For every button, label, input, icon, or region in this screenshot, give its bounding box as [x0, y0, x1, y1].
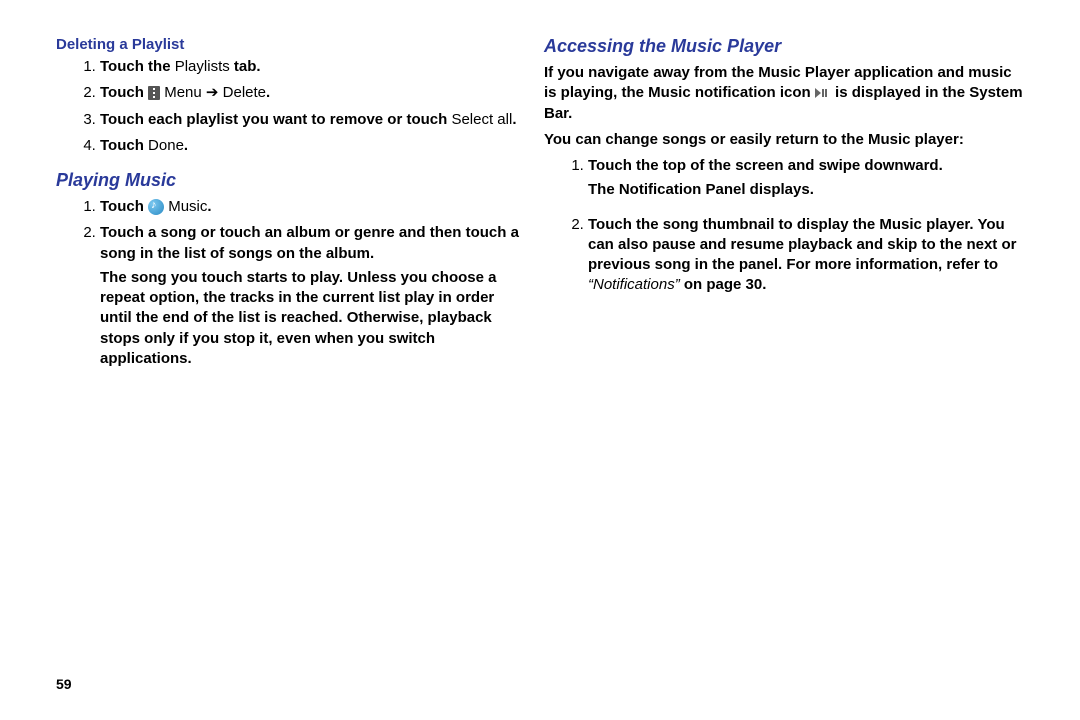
step-text: Touch	[100, 137, 148, 154]
access-para-2: You can change songs or easily return to…	[544, 130, 1024, 150]
music-icon	[148, 199, 164, 215]
access-para-1: If you navigate away from the Music Play…	[544, 63, 1024, 124]
page-number: 59	[56, 676, 72, 692]
heading-playing-music: Playing Music	[56, 170, 520, 191]
playing-steps: Touch Music. Touch a song or touch an al…	[56, 197, 520, 369]
menu-label: Menu	[164, 84, 202, 101]
step-text: you want to remove or touch	[242, 111, 451, 128]
step-text: Touch a song or touch an album or genre …	[100, 224, 519, 261]
del-step-4: Touch Done.	[100, 136, 520, 156]
step-text: Touch the	[100, 58, 175, 75]
step-text: Touch the song thumbnail to display the …	[588, 216, 1016, 274]
arrow: ➔	[202, 84, 223, 101]
heading-accessing-player: Accessing the Music Player	[544, 36, 1024, 57]
step-text: tab.	[234, 58, 261, 75]
deleting-steps: Touch the Playlists tab. Touch Menu ➔ De…	[56, 57, 520, 156]
period: .	[207, 198, 211, 215]
acc-step-1: Touch the top of the screen and swipe do…	[588, 156, 1024, 201]
acc-step-2: Touch the song thumbnail to display the …	[588, 215, 1024, 296]
period: .	[184, 137, 188, 154]
notifications-ref: “Notifications”	[588, 276, 680, 293]
pm-step-2: Touch a song or touch an album or genre …	[100, 223, 520, 369]
music-label: Music	[168, 198, 207, 215]
delete-label: Delete	[223, 84, 266, 101]
step-text: Touch each playlist	[100, 111, 242, 128]
pm-step-2-body: The song you touch starts to play. Unles…	[100, 268, 520, 369]
del-step-3: Touch each playlist you want to remove o…	[100, 110, 520, 130]
onpage-text: on page 30.	[680, 276, 767, 293]
access-steps: Touch the top of the screen and swipe do…	[544, 156, 1024, 296]
pm-step-1: Touch Music.	[100, 197, 520, 217]
select-all-label: Select all	[451, 111, 512, 128]
period: .	[266, 84, 270, 101]
right-column: Accessing the Music Player If you naviga…	[540, 36, 1024, 690]
period: .	[512, 111, 516, 128]
step-text-plain: Playlists	[175, 58, 234, 75]
done-label: Done	[148, 137, 184, 154]
step-text: Touch	[100, 198, 148, 215]
music-notification-icon	[815, 87, 831, 99]
step-text: Touch the top of the screen and swipe do…	[588, 157, 943, 174]
heading-deleting-playlist: Deleting a Playlist	[56, 36, 520, 53]
step-text: Touch	[100, 84, 148, 101]
acc-step-1-body: The Notification Panel displays.	[588, 180, 1024, 200]
left-column: Deleting a Playlist Touch the Playlists …	[56, 36, 540, 690]
del-step-1: Touch the Playlists tab.	[100, 57, 520, 77]
del-step-2: Touch Menu ➔ Delete.	[100, 83, 520, 103]
manual-page: Deleting a Playlist Touch the Playlists …	[0, 0, 1080, 720]
menu-icon	[148, 86, 160, 100]
